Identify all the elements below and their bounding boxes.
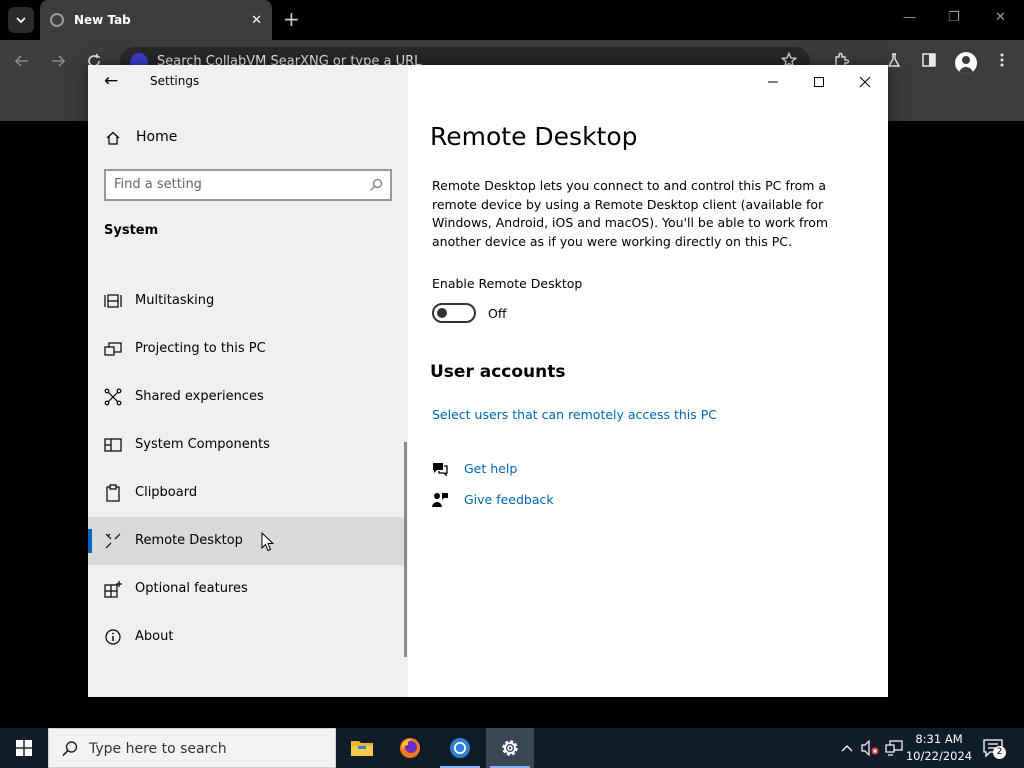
sidebar-item-label: Projecting to this PC: [135, 341, 266, 356]
toggle-knob: [437, 308, 447, 318]
minimize-icon: [768, 81, 778, 83]
browser-tab-strip: New Tab ✕ + — ❐ ✕: [0, 0, 1024, 40]
clipboard-icon: [106, 484, 120, 502]
user-accounts-heading: User accounts: [430, 362, 566, 382]
taskbar-file-explorer[interactable]: [338, 728, 386, 768]
more-menu-icon[interactable]: [994, 52, 1010, 68]
taskbar: Type here to search 8:31 AM 10/22/2024 2: [0, 728, 1024, 768]
sidebar-item-label: Optional features: [135, 581, 248, 596]
network-button[interactable]: [884, 728, 904, 768]
sidebar-item-label: Remote Desktop: [135, 533, 243, 548]
browser-app-icon: [450, 738, 470, 758]
firefox-icon: [400, 738, 420, 758]
give-feedback-link[interactable]: Give feedback: [464, 492, 554, 507]
back-button[interactable]: ←: [104, 71, 118, 91]
mouse-cursor-icon: [261, 532, 275, 552]
browser-restore-button[interactable]: ❐: [948, 10, 960, 25]
settings-content: Remote Desktop Remote Desktop lets you c…: [408, 65, 888, 697]
sidebar-item-optional-features[interactable]: Optional features: [88, 565, 406, 613]
minimize-button[interactable]: [750, 69, 796, 95]
feedback-icon: [432, 493, 448, 507]
show-hidden-icons-button[interactable]: [838, 728, 856, 768]
sidebar-item-remote-desktop[interactable]: Remote Desktop: [88, 517, 406, 565]
projecting-icon: [104, 342, 122, 356]
get-help-icon: [433, 463, 448, 477]
forward-icon[interactable]: [50, 53, 66, 69]
settings-search-box[interactable]: [104, 169, 392, 201]
sidebar-item-label: Home: [136, 129, 178, 145]
sidebar-scrollbar[interactable]: [404, 442, 407, 657]
taskbar-search-placeholder: Type here to search: [89, 741, 227, 757]
globe-icon: [50, 13, 64, 27]
enable-remote-desktop-toggle[interactable]: [432, 303, 476, 323]
page-title: Remote Desktop: [430, 122, 638, 151]
volume-muted-icon: [861, 740, 879, 756]
toggle-heading: Enable Remote Desktop: [432, 276, 583, 291]
sidebar-item-label: Shared experiences: [135, 389, 264, 404]
back-icon[interactable]: [14, 53, 30, 69]
chevron-down-icon: [16, 17, 26, 23]
system-clock[interactable]: 8:31 AM 10/22/2024: [905, 731, 973, 765]
get-help-link[interactable]: Get help: [464, 461, 517, 476]
maximize-button[interactable]: [796, 69, 842, 95]
multitasking-icon: [104, 294, 122, 308]
taskbar-settings[interactable]: [486, 728, 534, 768]
clock-time: 8:31 AM: [915, 732, 963, 746]
sidebar-item-system-components[interactable]: System Components: [88, 421, 406, 469]
sidebar-item-clipboard[interactable]: Clipboard: [88, 469, 406, 517]
close-icon: [859, 76, 871, 88]
windows-logo-icon: [16, 740, 32, 756]
network-icon: [885, 740, 903, 756]
search-icon[interactable]: [368, 177, 384, 193]
taskbar-firefox[interactable]: [386, 728, 434, 768]
sidebar-item-label: Clipboard: [135, 485, 198, 500]
browser-tab[interactable]: New Tab ✕: [40, 0, 272, 40]
settings-sidebar: ← Settings Home System Multitasking Proj…: [88, 65, 408, 697]
clock-date: 10/22/2024: [905, 749, 973, 763]
tab-list-button[interactable]: [8, 7, 34, 33]
close-button[interactable]: [842, 69, 888, 95]
profile-avatar-icon[interactable]: [955, 52, 977, 74]
window-title: Settings: [150, 74, 200, 88]
side-panel-icon[interactable]: [921, 52, 937, 68]
flask-icon[interactable]: [886, 52, 902, 68]
browser-minimize-button[interactable]: —: [903, 10, 916, 25]
sidebar-item-label: System Components: [135, 437, 270, 452]
page-description: Remote Desktop lets you connect to and c…: [432, 178, 829, 249]
section-label: System: [104, 223, 159, 238]
sidebar-item-label: Multitasking: [135, 293, 215, 308]
toggle-state-label: Off: [488, 306, 507, 321]
taskbar-chrome[interactable]: [436, 728, 484, 768]
volume-button[interactable]: [860, 728, 880, 768]
select-users-link[interactable]: Select users that can remotely access th…: [432, 407, 717, 422]
sidebar-item-projecting[interactable]: Projecting to this PC: [88, 325, 406, 373]
sidebar-item-shared-experiences[interactable]: Shared experiences: [88, 373, 406, 421]
folder-icon: [351, 741, 373, 756]
maximize-icon: [814, 77, 824, 87]
new-tab-button[interactable]: +: [283, 8, 300, 30]
info-icon: [105, 629, 121, 645]
sidebar-item-label: About: [135, 629, 174, 644]
tab-close-icon[interactable]: ✕: [251, 13, 262, 28]
search-icon: [62, 741, 78, 757]
sidebar-item-multitasking[interactable]: Multitasking: [88, 277, 406, 325]
system-components-icon: [104, 438, 122, 452]
optional-features-icon: [104, 581, 122, 598]
browser-close-button[interactable]: ✕: [995, 10, 1006, 25]
shared-experiences-icon: [104, 388, 122, 406]
taskbar-search[interactable]: Type here to search: [48, 728, 336, 768]
search-input[interactable]: [114, 177, 354, 192]
gear-icon: [502, 740, 518, 756]
settings-window: ← Settings Home System Multitasking Proj…: [88, 65, 888, 697]
home-icon: [106, 131, 120, 145]
start-button[interactable]: [0, 728, 48, 768]
remote-desktop-icon: [105, 533, 121, 549]
sidebar-item-home[interactable]: Home: [88, 120, 408, 156]
sidebar-item-about[interactable]: About: [88, 613, 406, 661]
notification-count-badge: 2: [993, 746, 1006, 759]
chevron-up-icon: [841, 745, 853, 752]
tab-title: New Tab: [74, 13, 131, 27]
